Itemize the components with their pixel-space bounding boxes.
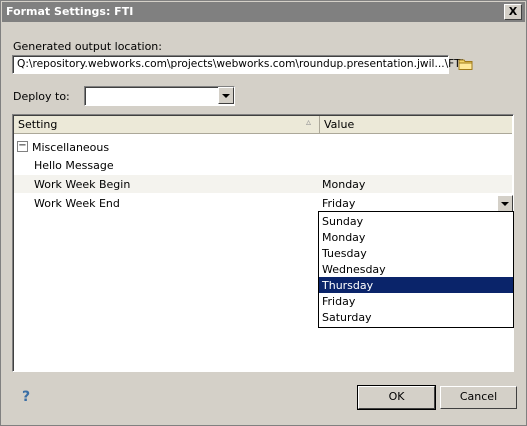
table-row[interactable]: Work Week End Friday	[14, 194, 513, 212]
cancel-button[interactable]: Cancel	[440, 386, 517, 409]
dropdown-option[interactable]: Tuesday	[319, 245, 513, 261]
help-icon[interactable]: ?	[22, 389, 30, 405]
dropdown-option[interactable]: Wednesday	[319, 261, 513, 277]
dropdown-option[interactable]: Monday	[319, 229, 513, 245]
window-title: Format Settings: FTI	[6, 5, 134, 18]
output-location-value: Q:\repository.webworks.com\projects\webw…	[17, 58, 464, 70]
output-location-field[interactable]: Q:\repository.webworks.com\projects\webw…	[12, 55, 464, 74]
dropdown-option[interactable]: Sunday	[319, 213, 513, 229]
setting-value: Monday	[322, 178, 366, 191]
collapse-icon[interactable]: −	[17, 141, 28, 152]
dropdown-option[interactable]: Friday	[319, 293, 513, 309]
deploy-to-label: Deploy to:	[13, 90, 70, 103]
output-location-label: Generated output location:	[13, 40, 162, 53]
value-column-header[interactable]: Value	[320, 116, 512, 134]
setting-name: Hello Message	[34, 159, 114, 172]
setting-header-label: Setting	[18, 118, 58, 131]
group-label: Miscellaneous	[32, 141, 110, 154]
dropdown-option-selected[interactable]: Thursday	[319, 277, 513, 293]
close-button[interactable]: X	[504, 4, 522, 20]
dropdown-option[interactable]: Saturday	[319, 309, 513, 325]
group-row-miscellaneous[interactable]: − Miscellaneous	[14, 138, 512, 156]
folder-icon[interactable]	[458, 57, 474, 71]
setting-name: Work Week Begin	[34, 178, 131, 191]
deploy-dropdown-button[interactable]	[218, 87, 234, 104]
table-row[interactable]: Hello Message	[14, 156, 512, 174]
table-row[interactable]: Work Week Begin Monday	[14, 175, 512, 193]
deploy-to-select[interactable]	[84, 86, 235, 106]
setting-value: Friday	[322, 197, 356, 210]
value-header-label: Value	[324, 118, 355, 131]
title-bar[interactable]: Format Settings: FTI X	[2, 2, 525, 22]
value-dropdown-button[interactable]	[497, 195, 513, 212]
ok-button[interactable]: OK	[357, 385, 436, 410]
setting-column-header[interactable]: Setting ▵	[14, 116, 320, 134]
setting-name: Work Week End	[34, 197, 120, 210]
sort-arrow-icon: ▵	[306, 117, 312, 128]
weekday-dropdown-list: Sunday Monday Tuesday Wednesday Thursday…	[318, 211, 514, 328]
